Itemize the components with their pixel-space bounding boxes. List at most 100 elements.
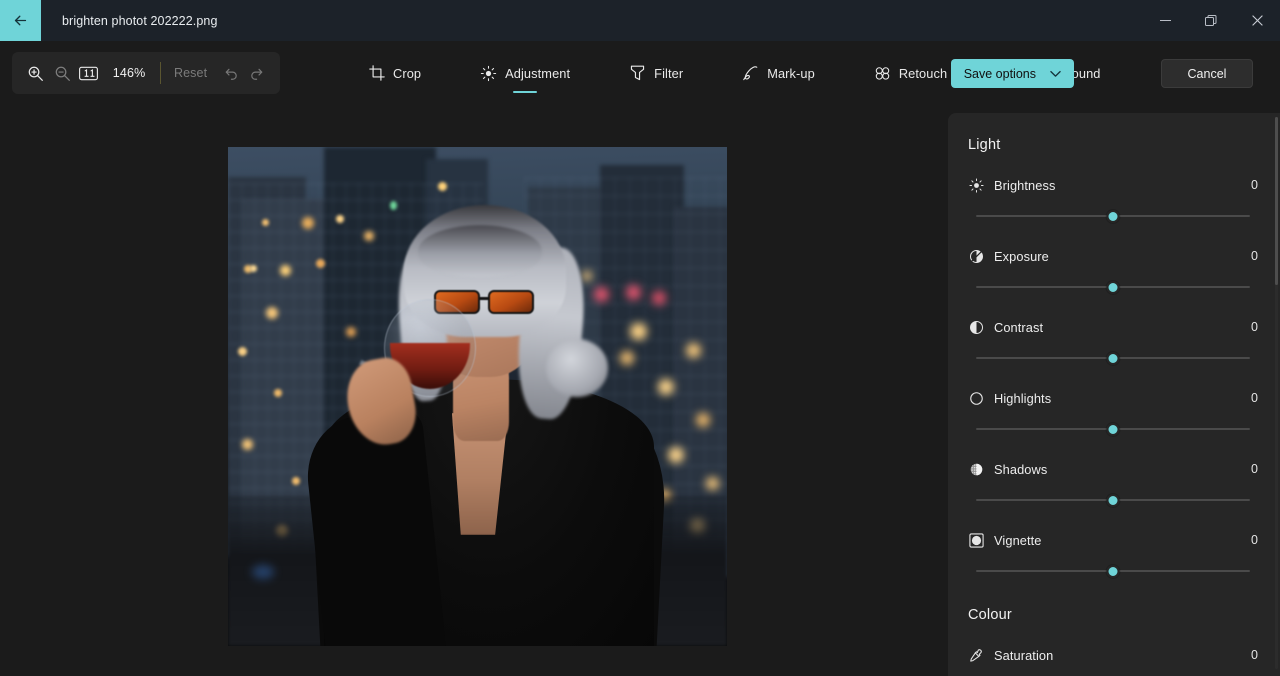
one-to-one-icon — [79, 66, 99, 80]
filter-icon — [629, 65, 646, 82]
slider-exposure: Exposure 0 — [968, 246, 1258, 294]
photo-bokeh — [594, 287, 609, 302]
slider-vignette-label: Vignette — [994, 532, 1042, 548]
pen-icon — [742, 65, 759, 82]
active-tab-indicator — [513, 90, 538, 93]
shadows-icon — [968, 461, 984, 477]
back-button[interactable] — [0, 0, 41, 41]
minimize-button[interactable] — [1142, 0, 1188, 41]
tab-filter-label: Filter — [654, 65, 684, 81]
crop-icon — [368, 65, 385, 82]
tab-crop[interactable]: Crop — [355, 52, 434, 94]
photo-bokeh — [696, 413, 710, 427]
reset-button[interactable]: Reset — [165, 62, 216, 84]
save-options-button[interactable]: Save options — [950, 59, 1074, 88]
photo-light — [292, 477, 300, 485]
photo-light — [364, 231, 374, 241]
highlights-icon — [968, 390, 984, 406]
photo-bokeh — [620, 351, 634, 365]
zoom-out-icon — [55, 66, 70, 81]
photo-figure-hair-bun — [546, 339, 608, 397]
photo-light — [316, 259, 325, 268]
slider-brightness: Brightness 0 — [968, 175, 1258, 223]
tab-markup-label: Mark-up — [767, 65, 815, 81]
actual-size-button[interactable] — [75, 58, 102, 88]
photo-bokeh — [686, 343, 701, 358]
slider-saturation: Saturation 0 — [968, 645, 1258, 676]
close-icon — [1251, 15, 1263, 26]
slider-brightness-value: 0 — [1251, 178, 1258, 192]
tab-adjustment-label: Adjustment — [505, 65, 571, 81]
photo-light — [346, 327, 356, 337]
slider-saturation-value: 0 — [1251, 648, 1258, 662]
slider-exposure-thumb[interactable] — [1106, 280, 1120, 294]
photo-figure-arm — [301, 409, 447, 646]
slider-exposure-track[interactable] — [976, 280, 1250, 294]
exposure-icon — [968, 248, 984, 264]
tab-adjustment[interactable]: Adjustment — [467, 52, 583, 94]
redo-icon — [251, 68, 263, 80]
vignette-icon — [968, 532, 984, 548]
photo-bokeh — [652, 291, 666, 305]
slider-highlights-track[interactable] — [976, 422, 1250, 436]
arrow-left-icon — [14, 15, 27, 26]
slider-exposure-label: Exposure — [994, 248, 1049, 264]
panel-scrollbar-thumb[interactable] — [1275, 117, 1278, 285]
zoom-level-value: 146% — [112, 66, 146, 80]
photo-light — [336, 215, 344, 223]
slider-vignette-thumb[interactable] — [1106, 564, 1120, 578]
tab-filter[interactable]: Filter — [616, 52, 696, 94]
cancel-button[interactable]: Cancel — [1161, 59, 1253, 88]
window-controls — [1142, 0, 1280, 41]
eyedropper-icon — [968, 647, 984, 663]
slider-contrast-track[interactable] — [976, 351, 1250, 365]
slider-vignette-value: 0 — [1251, 533, 1258, 547]
zoom-in-button[interactable] — [22, 58, 49, 88]
photo-bokeh — [252, 565, 274, 579]
slider-shadows-track[interactable] — [976, 493, 1250, 507]
zoom-out-button[interactable] — [49, 58, 76, 88]
slider-brightness-label: Brightness — [994, 177, 1056, 193]
photo-light — [242, 439, 253, 450]
tab-retouch-label: Retouch — [898, 65, 948, 81]
photo-bokeh — [630, 323, 647, 340]
undo-icon — [225, 68, 237, 80]
undo-button[interactable] — [218, 59, 243, 87]
tab-retouch[interactable]: Retouch — [861, 52, 960, 94]
edited-photo[interactable] — [228, 147, 727, 646]
slider-vignette-track[interactable] — [976, 564, 1250, 578]
adjustment-panel-content: Light Brightness 0 Exposure 0 Contrast 0… — [948, 113, 1280, 676]
photo-light — [266, 307, 278, 319]
slider-contrast-value: 0 — [1251, 320, 1258, 334]
slider-brightness-thumb[interactable] — [1106, 209, 1120, 223]
zoom-in-icon — [28, 66, 43, 81]
slider-shadows-thumb[interactable] — [1106, 493, 1120, 507]
slider-brightness-track[interactable] — [976, 209, 1250, 223]
slider-exposure-value: 0 — [1251, 249, 1258, 263]
photo-bokeh — [582, 271, 592, 281]
photo-light — [390, 201, 397, 210]
redo-button[interactable] — [245, 59, 270, 87]
tab-markup[interactable]: Mark-up — [729, 52, 828, 94]
photo-light — [262, 219, 269, 226]
close-button[interactable] — [1234, 0, 1280, 41]
canvas-area[interactable] — [0, 103, 948, 676]
photo-bokeh — [706, 477, 719, 490]
chevron-down-icon — [1050, 70, 1061, 77]
maximize-button[interactable] — [1188, 0, 1234, 41]
photo-bokeh — [668, 447, 684, 463]
slider-highlights: Highlights 0 — [968, 388, 1258, 436]
slider-contrast-label: Contrast — [994, 319, 1044, 335]
photo-light — [274, 389, 282, 397]
slider-saturation-label: Saturation — [994, 647, 1054, 663]
slider-shadows: Shadows 0 — [968, 459, 1258, 507]
photo-bokeh — [658, 379, 674, 395]
slider-highlights-value: 0 — [1251, 391, 1258, 405]
slider-contrast-thumb[interactable] — [1106, 351, 1120, 365]
slider-highlights-thumb[interactable] — [1106, 422, 1120, 436]
save-options-label: Save options — [963, 66, 1036, 81]
photo-figure-hair — [418, 225, 542, 277]
slider-contrast: Contrast 0 — [968, 317, 1258, 365]
photo-light — [250, 265, 257, 272]
slider-shadows-label: Shadows — [994, 461, 1048, 477]
